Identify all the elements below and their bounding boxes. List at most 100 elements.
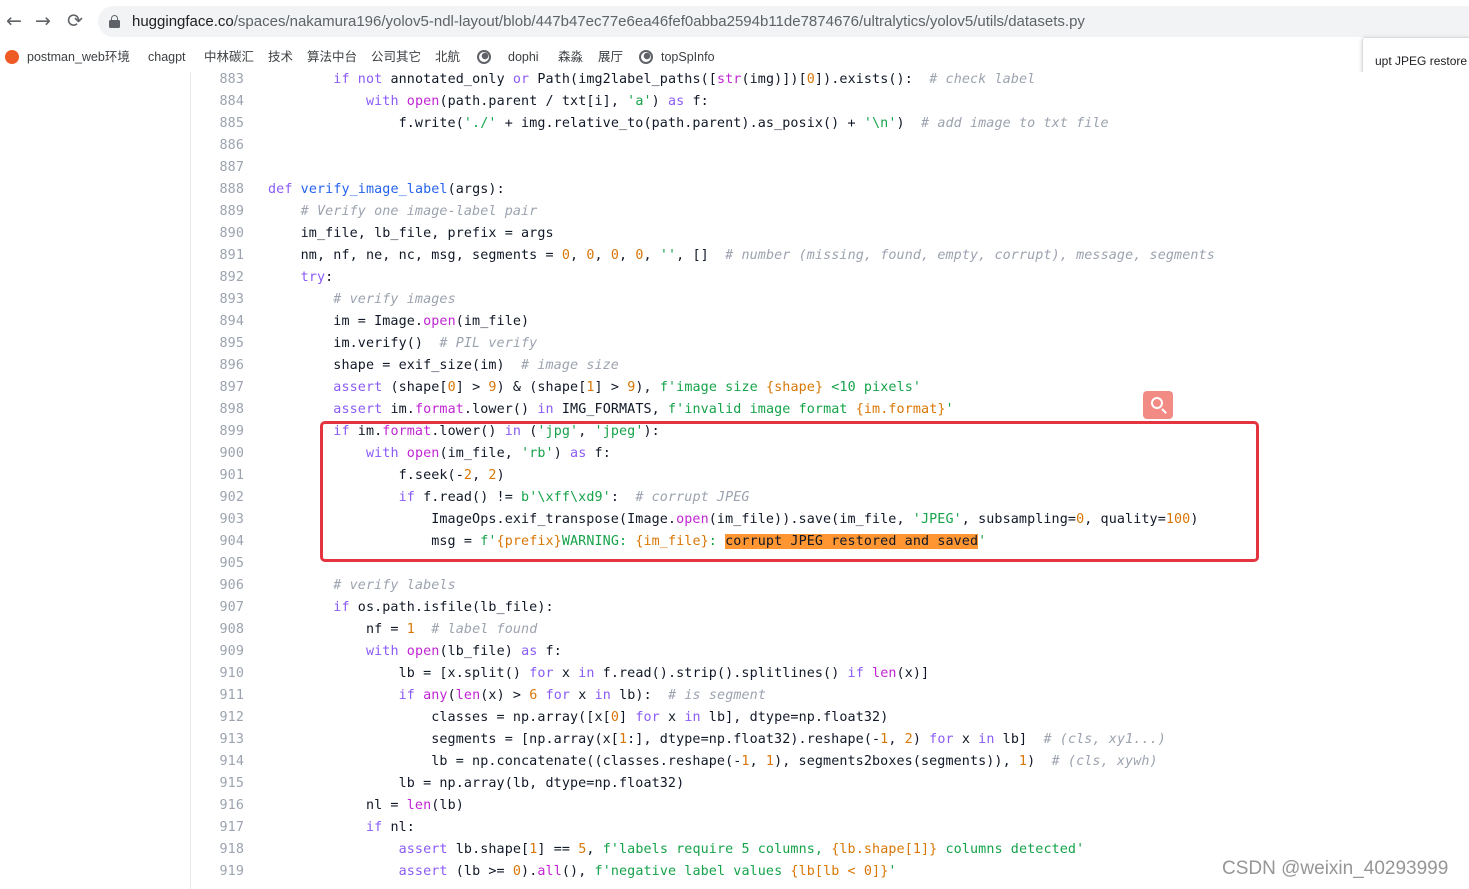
line-number[interactable]: 899 [191,421,244,443]
line-number[interactable]: 907 [191,597,244,619]
code-text: assert im.format.lower() in IMG_FORMATS,… [333,402,954,417]
code-line: 895 im.verify() # PIL verify [191,333,1469,355]
code-line: 907 if os.path.isfile(lb_file): [191,597,1469,619]
line-number[interactable]: 896 [191,355,244,377]
line-number[interactable]: 883 [191,72,244,91]
code-text: if nl: [365,820,415,835]
code-line: 914 lb = np.concatenate((classes.reshape… [191,751,1469,773]
line-number[interactable]: 886 [191,135,244,157]
code-text: lb = np.array(lb, dtype=np.float32) [268,776,685,791]
code-line: 883 if not annotated_only or Path(img2la… [191,72,1469,91]
line-number[interactable]: 901 [191,465,244,487]
code-text: # verify labels [333,578,456,593]
address-bar[interactable]: huggingface.co/spaces/nakamura196/yolov5… [98,6,1469,37]
line-number[interactable]: 903 [191,509,244,531]
bookmark-label: topSpInfo [661,50,715,64]
postman-icon [5,50,19,64]
line-number[interactable]: 889 [191,201,244,223]
line-number[interactable]: 906 [191,575,244,597]
line-number[interactable]: 884 [191,91,244,113]
line-number[interactable]: 897 [191,377,244,399]
code-line: 893 # verify images [191,289,1469,311]
line-number[interactable]: 888 [191,179,244,201]
code-line: 891 nm, nf, ne, nc, msg, segments = 0, 0… [191,245,1469,267]
line-number[interactable]: 904 [191,531,244,553]
code-line: 911 if any(len(x) > 6 for x in lb): # is… [191,685,1469,707]
url-text[interactable]: huggingface.co/spaces/nakamura196/yolov5… [132,13,1085,30]
bookmark-label: 中林碳汇 [204,50,255,64]
line-number[interactable]: 917 [191,817,244,839]
code-line: 898 assert im.format.lower() in IMG_FORM… [191,399,1469,421]
line-number[interactable]: 919 [191,861,244,883]
code-line: 917 if nl: [191,817,1469,839]
back-arrow-icon[interactable]: ← [2,9,26,33]
line-number[interactable]: 885 [191,113,244,135]
code-text: with open(lb_file) as f: [365,644,562,659]
line-number[interactable]: 912 [191,707,244,729]
code-line: 897 assert (shape[0] > 9) & (shape[1] > … [191,377,1469,399]
bookmark-label: 森淼 [558,50,584,64]
code-text: try: [300,270,334,285]
code-text: im.verify() # PIL verify [268,336,538,351]
find-popup-text: upt JPEG restore [1375,54,1468,68]
code-text: assert lb.shape[1] == 5, f'labels requir… [398,842,1085,857]
bookmark-label: dophi [508,50,539,64]
code-line: 890 im_file, lb_file, prefix = args [191,223,1469,245]
line-number[interactable]: 900 [191,443,244,465]
line-number[interactable]: 918 [191,839,244,861]
code-text: nl = len(lb) [268,798,464,813]
globe-icon [639,50,653,64]
code-text: # verify images [333,292,456,307]
code-text: if os.path.isfile(lb_file): [333,600,554,615]
forward-arrow-icon[interactable]: → [31,9,55,33]
line-number[interactable]: 910 [191,663,244,685]
line-number[interactable]: 902 [191,487,244,509]
bookmark-label: 北航 [435,50,461,64]
code-text: segments = [np.array(x[1:], dtype=np.flo… [268,732,1166,747]
code-text: lb = np.concatenate((classes.reshape(-1,… [268,754,1158,769]
line-number[interactable]: 905 [191,553,244,575]
line-number[interactable]: 898 [191,399,244,421]
line-number[interactable]: 916 [191,795,244,817]
code-line: 910 lb = [x.split() for x in f.read().st… [191,663,1469,685]
line-number[interactable]: 892 [191,267,244,289]
code-line: 892 try: [191,267,1469,289]
code-line: 887 [191,157,1469,179]
line-number[interactable]: 890 [191,223,244,245]
reload-icon[interactable]: ⟳ [63,9,87,33]
line-number[interactable]: 914 [191,751,244,773]
code-line: 915 lb = np.array(lb, dtype=np.float32) [191,773,1469,795]
annotation-highlight-box [320,421,1259,562]
url-host: huggingface.co [132,13,234,30]
bookmark-label: postman_web环境 [27,50,130,64]
line-number[interactable]: 909 [191,641,244,663]
search-button[interactable] [1143,391,1173,419]
code-viewer: 883 if not annotated_only or Path(img2la… [0,72,1469,889]
code-line: 909 with open(lb_file) as f: [191,641,1469,663]
line-number[interactable]: 908 [191,619,244,641]
code-text: nf = 1 # label found [268,622,538,637]
lock-icon[interactable] [109,15,120,28]
code-text: with open(path.parent / txt[i], 'a') as … [365,94,709,109]
bookmark-label: 公司其它 [371,50,422,64]
browser-toolbar: ← → ⟳ huggingface.co/spaces/nakamura196/… [0,0,1469,42]
code-line: 894 im = Image.open(im_file) [191,311,1469,333]
line-number[interactable]: 893 [191,289,244,311]
url-path: /spaces/nakamura196/yolov5-ndl-layout/bl… [233,13,1085,30]
code-text: im_file, lb_file, prefix = args [268,226,554,241]
code-text: classes = np.array([x[0] for x in lb], d… [268,710,889,725]
line-number[interactable]: 887 [191,157,244,179]
code-line: 896 shape = exif_size(im) # image size [191,355,1469,377]
line-number[interactable]: 915 [191,773,244,795]
code-text: def verify_image_label(args): [268,182,505,197]
code-line: 886 [191,135,1469,157]
code-line: 884 with open(path.parent / txt[i], 'a')… [191,91,1469,113]
line-number[interactable]: 894 [191,311,244,333]
line-number[interactable]: 913 [191,729,244,751]
line-number[interactable]: 911 [191,685,244,707]
line-number[interactable]: 895 [191,333,244,355]
code-text: f.write('./' + img.relative_to(path.pare… [268,116,1109,131]
line-number[interactable]: 891 [191,245,244,267]
code-text: if any(len(x) > 6 for x in lb): # is seg… [398,688,767,703]
code-text: if not annotated_only or Path(img2label_… [333,72,1036,87]
